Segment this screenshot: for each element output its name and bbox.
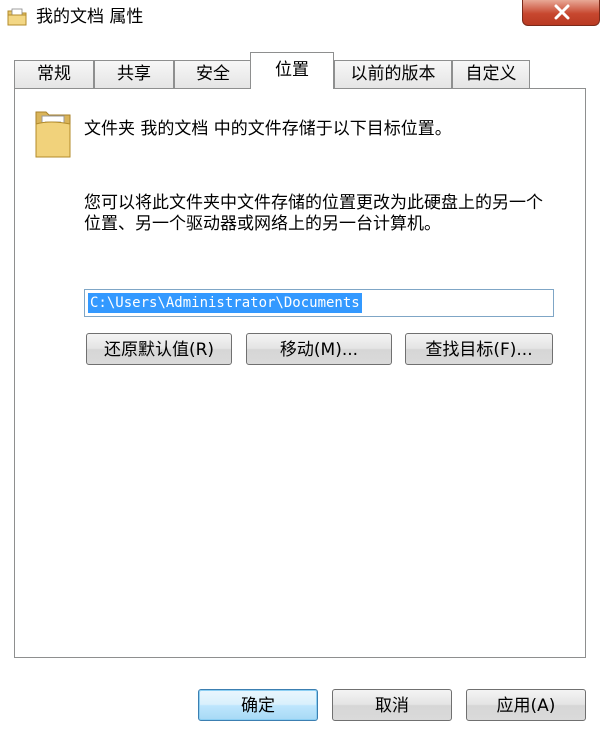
location-change-hint: 您可以将此文件夹中文件存储的位置更改为此硬盘上的另一个位置、另一个驱动器或网络上… <box>84 193 543 234</box>
ok-button[interactable]: 确定 <box>198 689 318 721</box>
close-icon <box>554 4 570 20</box>
path-input[interactable]: C:\Users\Administrator\Documents <box>84 289 554 317</box>
tab-sharing[interactable]: 共享 <box>94 60 174 88</box>
location-description: 文件夹 我的文档 中的文件存储于以下目标位置。 <box>84 119 452 139</box>
restore-default-button[interactable]: 还原默认值(R) <box>86 333 232 365</box>
folder-documents-icon <box>7 8 27 26</box>
find-target-button[interactable]: 查找目标(F)... <box>405 333 553 365</box>
tab-panel-location <box>14 88 586 658</box>
tab-customize[interactable]: 自定义 <box>452 60 530 88</box>
cancel-button[interactable]: 取消 <box>332 689 452 721</box>
move-button[interactable]: 移动(M)... <box>246 333 392 365</box>
title-bar: 我的文档 属性 <box>0 0 600 36</box>
tab-security[interactable]: 安全 <box>174 60 252 88</box>
window-title: 我的文档 属性 <box>36 7 144 27</box>
path-value: C:\Users\Administrator\Documents <box>88 293 362 313</box>
tab-general[interactable]: 常规 <box>14 60 94 88</box>
tab-previous-versions[interactable]: 以前的版本 <box>334 60 452 88</box>
close-button[interactable] <box>522 0 600 26</box>
folder-documents-icon <box>35 111 71 158</box>
tab-strip: 常规 共享 安全 位置 以前的版本 自定义 <box>0 52 600 90</box>
apply-button[interactable]: 应用(A) <box>466 689 586 721</box>
tab-location[interactable]: 位置 <box>250 52 334 89</box>
